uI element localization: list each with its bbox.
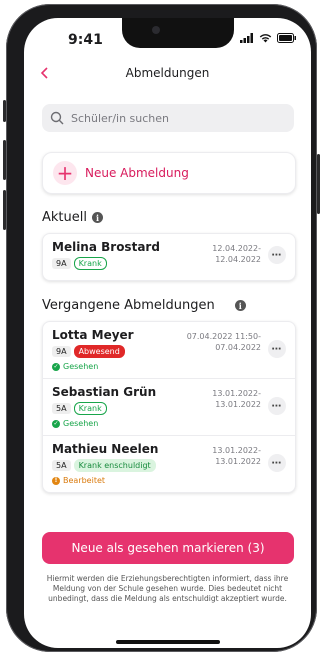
student-name: Mathieu Neelen bbox=[52, 442, 159, 456]
mark-seen-button[interactable]: Neue als gesehen markieren (3) bbox=[42, 532, 294, 564]
info-icon[interactable]: i bbox=[91, 212, 103, 223]
mute-switch bbox=[3, 100, 6, 122]
list-item[interactable]: Lotta Meyer 9A Abwesend 07.04.2022 11:50… bbox=[43, 322, 295, 378]
plus-icon: + bbox=[53, 161, 77, 185]
date-to: 07.04.2022 bbox=[215, 343, 261, 352]
date-range: 13.01.2022- 13.01.2022 bbox=[212, 445, 261, 467]
home-indicator[interactable] bbox=[116, 640, 220, 644]
camera-icon bbox=[152, 26, 160, 34]
class-badge: 5A bbox=[52, 460, 71, 471]
tags: 9A Krank bbox=[52, 257, 107, 270]
wifi-icon bbox=[259, 34, 272, 43]
exclamation-icon: ! bbox=[52, 476, 60, 485]
date-from: 13.01.2022- bbox=[212, 389, 261, 398]
list-item[interactable]: Melina Brostard 9A Krank 12.04.2022- 12.… bbox=[43, 234, 295, 280]
footer-note: Hiermit werden die Erziehungsberechtigte… bbox=[46, 574, 289, 603]
battery-icon bbox=[277, 33, 296, 43]
date-to: 13.01.2022 bbox=[215, 457, 261, 466]
reason-badge: Abwesend bbox=[73, 345, 125, 358]
search-placeholder: Schüler/in suchen bbox=[71, 111, 170, 125]
tags: 5A Krank enschuldigt bbox=[52, 459, 156, 472]
date-range: 12.04.2022- 12.04.2022 bbox=[212, 243, 261, 265]
class-badge: 9A bbox=[52, 346, 71, 357]
signal-icon bbox=[240, 33, 253, 43]
power-button bbox=[317, 154, 320, 214]
section-title-current: Aktuell i bbox=[42, 210, 103, 225]
section-title-current-text: Aktuell bbox=[42, 210, 87, 225]
date-range: 13.01.2022- 13.01.2022 bbox=[212, 388, 261, 410]
volume-down-button bbox=[3, 190, 6, 230]
date-from: 07.04.2022 11:50- bbox=[186, 332, 261, 341]
notch bbox=[122, 18, 234, 48]
more-options-button[interactable]: ⋯ bbox=[268, 340, 286, 358]
section-title-past: Vergangene Abmeldungen i bbox=[42, 298, 246, 313]
screen: 9:41 Abmeldungen Schüler/in suchen + Neu… bbox=[24, 18, 311, 648]
reason-badge: Krank enschuldigt bbox=[73, 459, 156, 472]
date-from: 12.04.2022- bbox=[212, 244, 261, 253]
current-list: Melina Brostard 9A Krank 12.04.2022- 12.… bbox=[42, 233, 296, 281]
past-list: Lotta Meyer 9A Abwesend 07.04.2022 11:50… bbox=[42, 321, 296, 493]
status-label: Gesehen bbox=[63, 419, 99, 428]
new-absence-label: Neue Abmeldung bbox=[85, 166, 189, 180]
page-title: Abmeldungen bbox=[125, 66, 210, 80]
list-item[interactable]: Sebastian Grün 5A Krank 13.01.2022- 13.0… bbox=[43, 378, 295, 435]
navigation-bar: Abmeldungen bbox=[24, 60, 311, 90]
phone-frame: 9:41 Abmeldungen Schüler/in suchen + Neu… bbox=[3, 4, 320, 652]
check-icon: ✓ bbox=[52, 362, 60, 371]
date-to: 13.01.2022 bbox=[215, 400, 261, 409]
status-label: Gesehen bbox=[63, 362, 99, 371]
processed-status: ! Bearbeitet bbox=[52, 476, 105, 485]
date-to: 12.04.2022 bbox=[215, 255, 261, 264]
search-icon bbox=[50, 111, 64, 125]
reason-badge: Krank bbox=[73, 402, 107, 415]
date-range: 07.04.2022 11:50- 07.04.2022 bbox=[187, 331, 261, 353]
class-badge: 9A bbox=[52, 258, 71, 269]
search-input[interactable]: Schüler/in suchen bbox=[42, 104, 294, 132]
more-options-button[interactable]: ⋯ bbox=[268, 246, 286, 264]
class-badge: 5A bbox=[52, 403, 71, 414]
status-icons bbox=[240, 33, 297, 43]
more-options-button[interactable]: ⋯ bbox=[268, 397, 286, 415]
student-name: Sebastian Grün bbox=[52, 385, 157, 399]
seen-status: ✓ Gesehen bbox=[52, 419, 98, 428]
more-options-button[interactable]: ⋯ bbox=[268, 454, 286, 472]
check-icon: ✓ bbox=[52, 419, 60, 428]
student-name: Lotta Meyer bbox=[52, 328, 134, 342]
tags: 9A Abwesend bbox=[52, 345, 125, 358]
status-label: Bearbeitet bbox=[63, 476, 106, 485]
status-time: 9:41 bbox=[68, 32, 103, 48]
new-absence-button[interactable]: + Neue Abmeldung bbox=[42, 152, 296, 194]
volume-up-button bbox=[3, 140, 6, 180]
tags: 5A Krank bbox=[52, 402, 107, 415]
info-icon[interactable]: i bbox=[234, 300, 246, 311]
date-from: 13.01.2022- bbox=[212, 446, 261, 455]
reason-badge: Krank bbox=[73, 257, 107, 270]
student-name: Melina Brostard bbox=[52, 240, 160, 254]
seen-status: ✓ Gesehen bbox=[52, 362, 98, 371]
section-title-past-text: Vergangene Abmeldungen bbox=[42, 298, 215, 313]
list-item[interactable]: Mathieu Neelen 5A Krank enschuldigt 13.0… bbox=[43, 435, 295, 492]
